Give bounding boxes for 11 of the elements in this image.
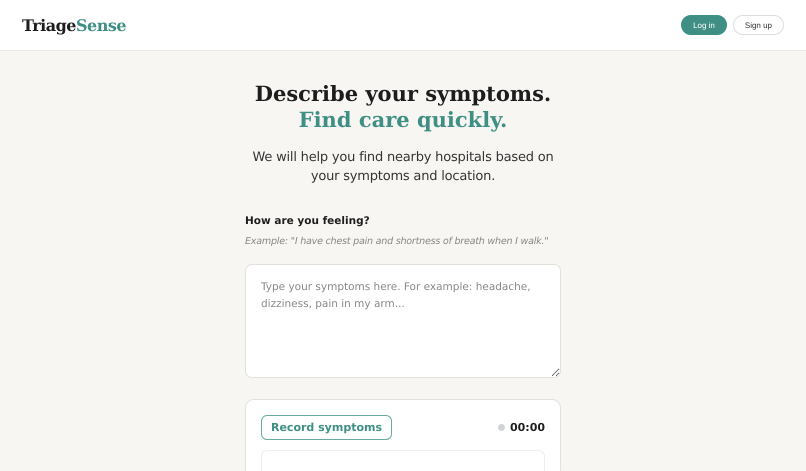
logo[interactable]: TriageSense xyxy=(22,16,126,34)
headline: Describe your symptoms. xyxy=(254,81,552,107)
field-label: How are you feeling? xyxy=(245,215,371,227)
description: We will help you find nearby hospitals based on your symptoms and location. xyxy=(251,149,555,186)
example-text: Example: "I have chest pain and shortness of breath when I walk." xyxy=(245,235,550,248)
signup-button[interactable]: Sign up xyxy=(732,15,784,35)
record-button[interactable]: Record symptoms xyxy=(261,415,392,440)
login-button[interactable]: Log in xyxy=(681,15,727,35)
symptoms-input-field[interactable]: Type your symptoms here. For example: headache, dizziness, pain in my arm... xyxy=(245,264,561,378)
headline-accent: Find care quickly. xyxy=(298,107,508,133)
timer-text: 00:00 xyxy=(510,421,545,434)
